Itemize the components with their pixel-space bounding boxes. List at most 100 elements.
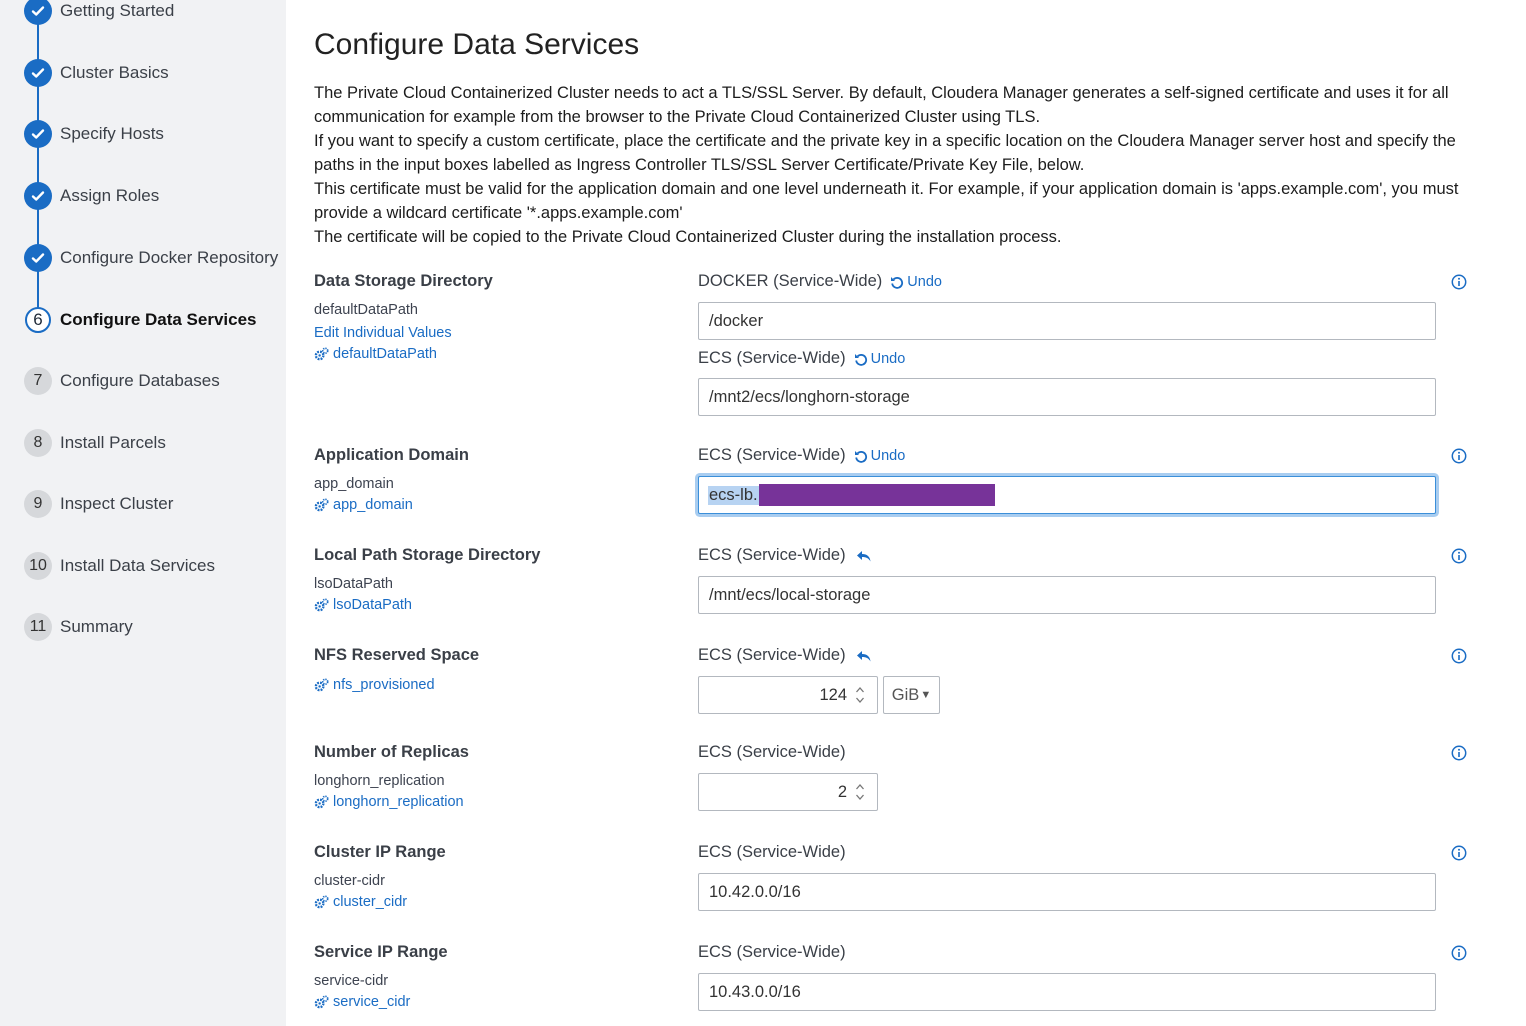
- step-label: Summary: [60, 617, 133, 636]
- check-icon: [24, 120, 52, 148]
- scope-label: DOCKER (Service-Wide) Undo: [698, 272, 942, 291]
- spinner-arrows-icon[interactable]: [855, 685, 865, 705]
- info-icon[interactable]: [1451, 274, 1467, 290]
- step-install-data-services[interactable]: 10 Install Data Services: [24, 551, 286, 581]
- property-link-label: app_domain: [333, 497, 413, 513]
- cluster-cidr-input[interactable]: [698, 873, 1436, 911]
- step-assign-roles[interactable]: Assign Roles: [24, 181, 286, 211]
- replicas-number-input[interactable]: 2: [698, 773, 878, 811]
- unit-select[interactable]: GiB ▼: [883, 676, 940, 714]
- info-icon[interactable]: [1451, 845, 1467, 861]
- undo-icon: [891, 276, 904, 289]
- scope-text: ECS (Service-Wide): [698, 646, 846, 664]
- caret-down-icon: ▼: [920, 689, 932, 701]
- step-install-parcels[interactable]: 8 Install Parcels: [24, 428, 286, 458]
- property-link[interactable]: cluster_cidr: [314, 894, 407, 910]
- step-specify-hosts[interactable]: Specify Hosts: [24, 119, 286, 149]
- property-name: longhorn_replication: [314, 773, 445, 789]
- check-icon: [24, 182, 52, 210]
- reply-icon: [856, 650, 871, 661]
- gears-icon: [314, 497, 329, 511]
- property-title: NFS Reserved Space: [314, 646, 480, 664]
- property-link-label: service_cidr: [333, 994, 411, 1010]
- property-link-label: lsoDataPath: [333, 597, 412, 613]
- step-configure-docker-repository[interactable]: Configure Docker Repository: [24, 243, 286, 273]
- undo-button[interactable]: Undo: [854, 447, 906, 464]
- property-name: app_domain: [314, 476, 394, 492]
- unit-value: GiB: [891, 685, 920, 704]
- property-link[interactable]: lsoDataPath: [314, 597, 412, 613]
- property-link-label: cluster_cidr: [333, 894, 408, 910]
- redaction-block: [758, 484, 995, 506]
- property-title: Local Path Storage Directory: [314, 546, 541, 564]
- property-title: Cluster IP Range: [314, 843, 446, 861]
- step-label: Specify Hosts: [60, 124, 164, 143]
- step-inspect-cluster[interactable]: 9 Inspect Cluster: [24, 489, 286, 519]
- gears-icon: [314, 597, 329, 611]
- scope-label: ECS (Service-Wide): [698, 646, 872, 665]
- revert-button[interactable]: [856, 549, 872, 563]
- number-value: 2: [837, 782, 847, 801]
- edit-individual-values-link[interactable]: Edit Individual Values: [314, 325, 452, 341]
- step-configure-databases[interactable]: 7 Configure Databases: [24, 366, 286, 396]
- scope-label: ECS (Service-Wide) Undo: [698, 349, 905, 368]
- step-number: 11: [24, 613, 52, 641]
- step-summary[interactable]: 11 Summary: [24, 612, 286, 642]
- gears-icon: [314, 994, 329, 1008]
- scope-label: ECS (Service-Wide): [698, 743, 846, 762]
- property-title: Number of Replicas: [314, 743, 469, 761]
- check-icon: [24, 244, 52, 272]
- scope-text: ECS (Service-Wide): [698, 546, 846, 564]
- step-cluster-basics[interactable]: Cluster Basics: [24, 58, 286, 88]
- undo-label: Undo: [870, 350, 906, 367]
- selected-text: ecs-lb.: [708, 485, 759, 505]
- number-value: 124: [819, 685, 847, 704]
- check-icon: [24, 59, 52, 87]
- nfs-space-number-input[interactable]: 124: [698, 676, 878, 714]
- gears-icon: [314, 346, 329, 360]
- docker-data-path-input[interactable]: [698, 302, 1436, 340]
- undo-button[interactable]: Undo: [890, 274, 942, 290]
- service-cidr-input[interactable]: [698, 973, 1436, 1011]
- revert-button[interactable]: [856, 649, 872, 663]
- property-link[interactable]: defaultDataPath: [314, 346, 437, 362]
- info-icon[interactable]: [1451, 648, 1467, 664]
- property-title: Application Domain: [314, 446, 469, 464]
- step-getting-started[interactable]: Getting Started: [24, 0, 286, 26]
- local-storage-path-input[interactable]: [698, 576, 1436, 614]
- property-link[interactable]: longhorn_replication: [314, 794, 464, 810]
- page-title: Configure Data Services: [314, 28, 640, 61]
- info-icon[interactable]: [1451, 548, 1467, 564]
- scope-text: ECS (Service-Wide): [698, 943, 846, 961]
- undo-label: Undo: [870, 447, 906, 464]
- spinner-arrows-icon[interactable]: [855, 782, 865, 802]
- step-label: Getting Started: [60, 1, 175, 20]
- undo-icon: [854, 450, 867, 463]
- scope-label: ECS (Service-Wide): [698, 843, 846, 862]
- step-label: Configure Databases: [60, 371, 220, 390]
- info-icon[interactable]: [1451, 945, 1467, 961]
- property-link[interactable]: app_domain: [314, 497, 413, 513]
- info-icon[interactable]: [1451, 448, 1467, 464]
- ecs-data-path-input[interactable]: [698, 378, 1436, 416]
- property-link-label: nfs_provisioned: [333, 677, 435, 693]
- step-number: 8: [24, 429, 52, 457]
- property-title: Data Storage Directory: [314, 272, 493, 290]
- property-link[interactable]: nfs_provisioned: [314, 677, 435, 693]
- info-icon[interactable]: [1451, 745, 1467, 761]
- scope-label: ECS (Service-Wide): [698, 546, 872, 565]
- property-link[interactable]: service_cidr: [314, 994, 410, 1010]
- undo-button[interactable]: Undo: [854, 350, 906, 367]
- property-title: Service IP Range: [314, 943, 448, 961]
- scope-label: ECS (Service-Wide): [698, 943, 846, 962]
- step-label: Configure Docker Repository: [60, 248, 279, 267]
- step-number: 10: [24, 552, 52, 580]
- intro-paragraph: The certificate will be copied to the Pr…: [314, 228, 1062, 246]
- scope-text: ECS (Service-Wide): [698, 446, 846, 464]
- app-domain-input[interactable]: ecs-lb.: [698, 476, 1436, 514]
- undo-label: Undo: [907, 273, 942, 290]
- step-configure-data-services[interactable]: 6 Configure Data Services: [24, 305, 286, 335]
- step-label: Install Parcels: [60, 433, 166, 452]
- property-name: defaultDataPath: [314, 302, 418, 318]
- undo-icon: [854, 353, 867, 366]
